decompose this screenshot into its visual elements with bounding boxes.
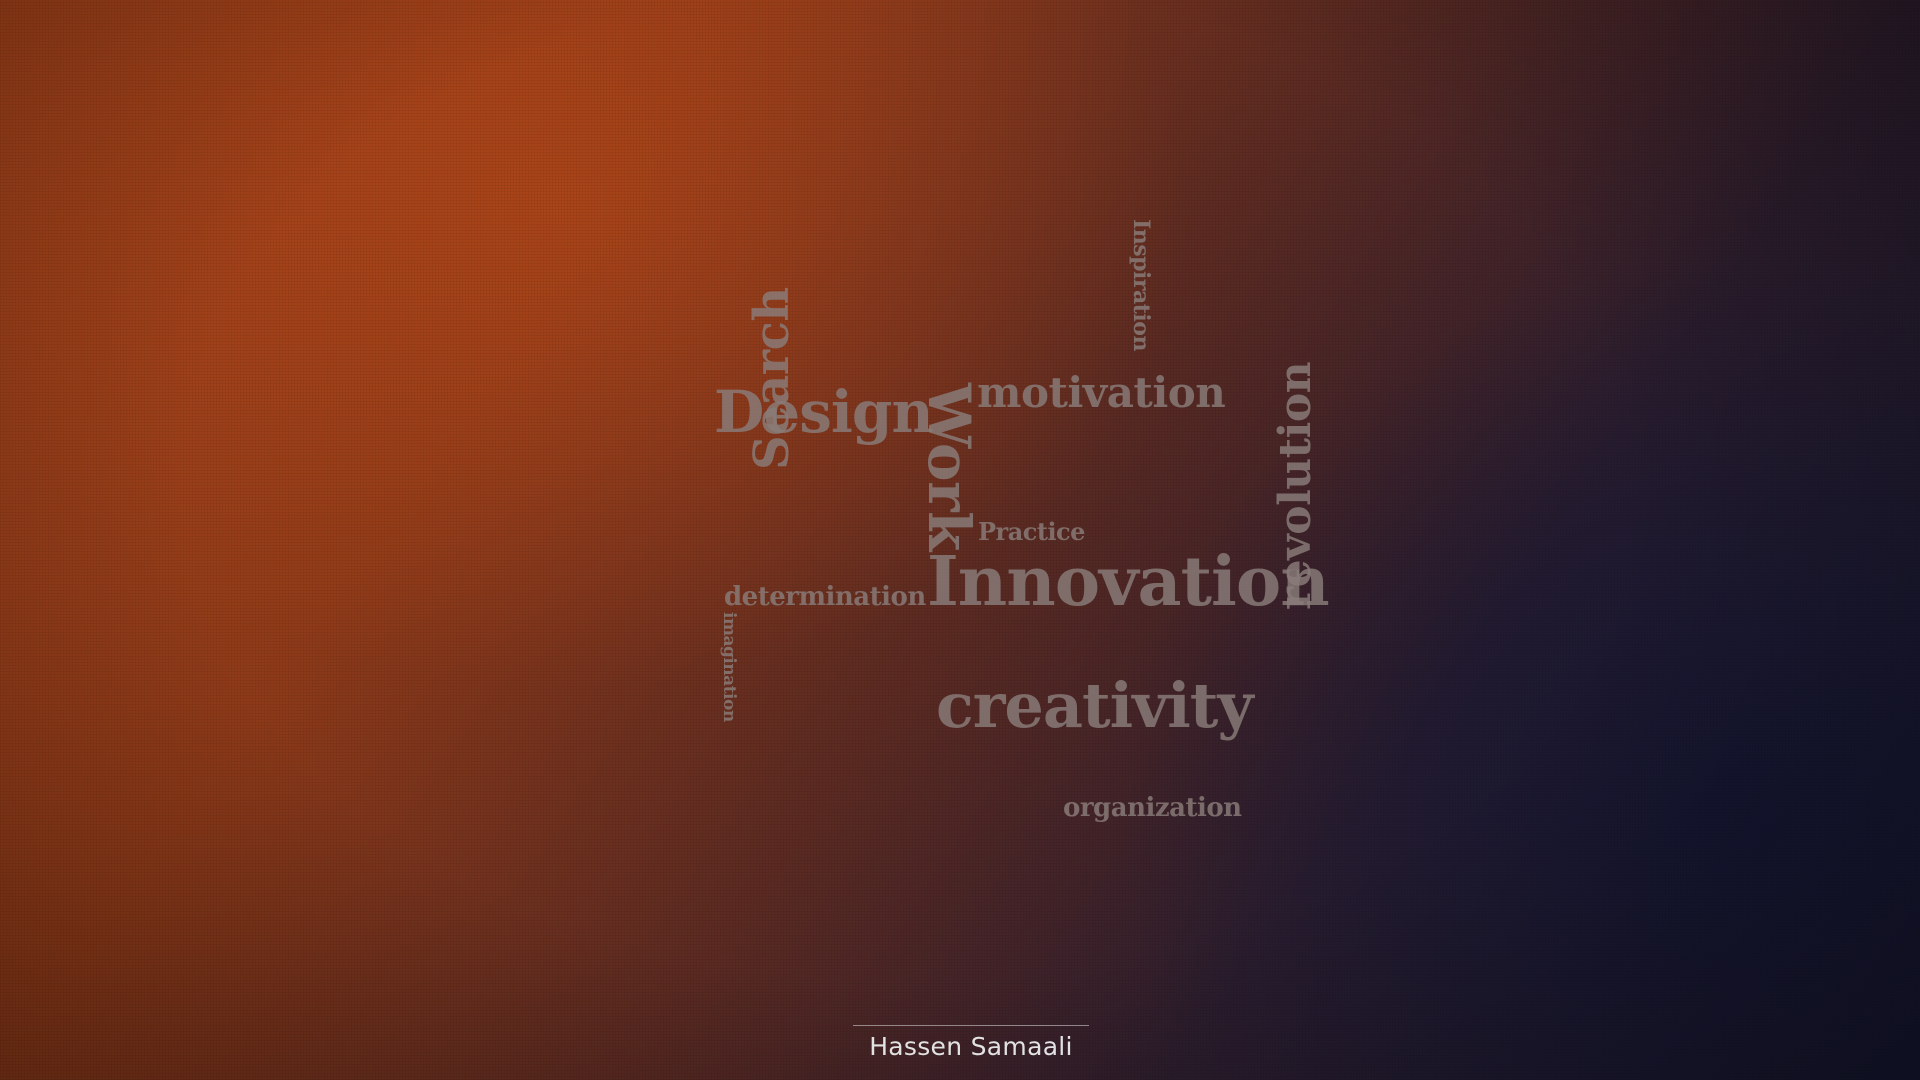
word-work: Work xyxy=(915,383,983,551)
word-motivation: motivation xyxy=(977,368,1226,417)
word-imagination: imagination xyxy=(719,612,739,722)
word-determination: determination xyxy=(724,582,926,612)
word-inspiration: Inspiration xyxy=(1128,219,1154,351)
word-practice: Practice xyxy=(978,517,1085,546)
word-search: Search xyxy=(744,287,800,470)
word-creativity: creativity xyxy=(936,669,1253,742)
footer: Hassen Samaali xyxy=(853,1025,1089,1061)
word-cloud: Design Search motivation Inspiration Wor… xyxy=(0,0,1920,1080)
word-innovation: Innovation xyxy=(927,542,1330,622)
word-revolution: revolution xyxy=(1270,361,1321,610)
word-organization: organization xyxy=(1063,793,1242,823)
author-name: Hassen Samaali xyxy=(869,1032,1073,1061)
